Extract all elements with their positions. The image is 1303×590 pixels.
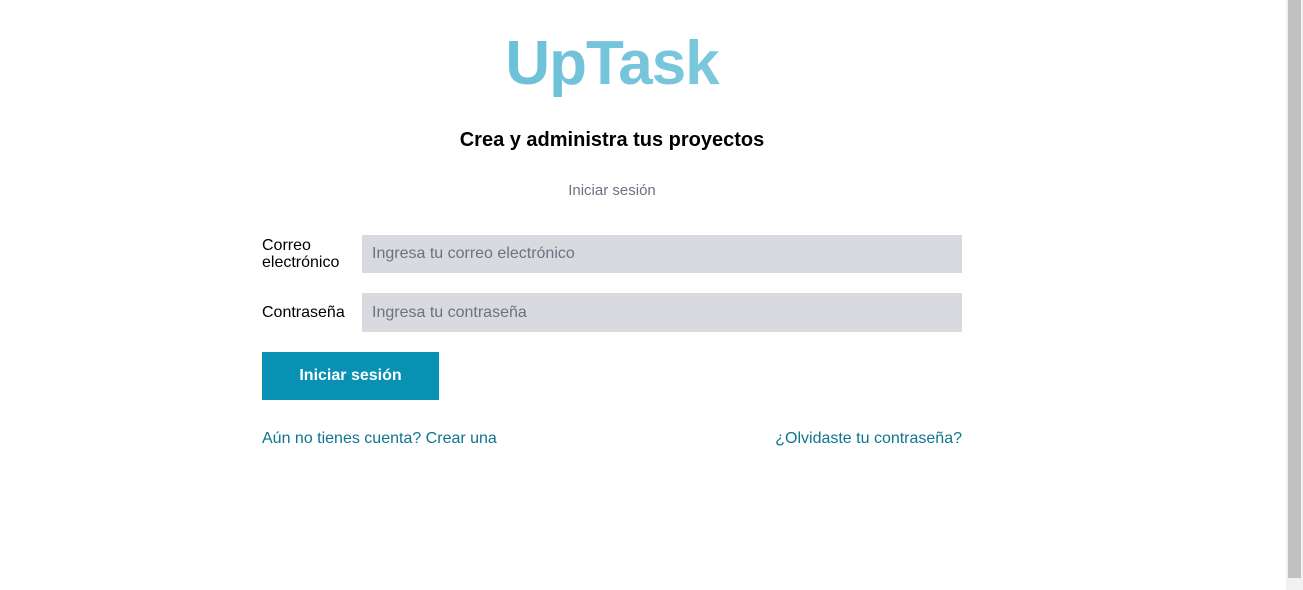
auth-links: Aún no tienes cuenta? Crear una ¿Olvidas… <box>262 429 962 449</box>
email-input[interactable] <box>362 235 962 273</box>
page-tagline: Crea y administra tus proyectos <box>459 129 765 151</box>
password-label: Contraseña <box>262 304 345 321</box>
form-subtitle: Iniciar sesión <box>568 182 656 199</box>
forgot-password-link[interactable]: ¿Olvidaste tu contraseña? <box>775 429 962 449</box>
app-logo: UpTask <box>262 28 962 100</box>
email-label: Correo electrónico <box>262 237 340 271</box>
login-submit-button[interactable]: Iniciar sesión <box>262 352 439 400</box>
login-page: UpTask Crea y administra tus proyectos I… <box>0 0 1303 590</box>
create-account-link[interactable]: Aún no tienes cuenta? Crear una <box>262 429 497 449</box>
vertical-scrollbar[interactable] <box>1286 0 1303 590</box>
scrollbar-thumb[interactable] <box>1288 0 1301 578</box>
email-field-group: Correo electrónico <box>262 235 962 273</box>
password-input[interactable] <box>362 293 962 332</box>
password-field-group: Contraseña <box>262 293 962 332</box>
